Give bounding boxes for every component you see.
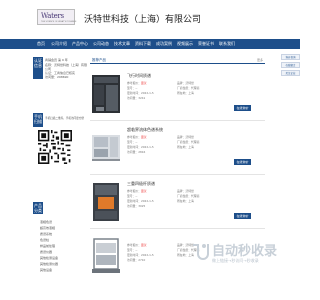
product-model: --	[135, 86, 138, 90]
nav-item-contact[interactable]: 联系我们	[219, 41, 235, 47]
company-name: 沃特世科技（上海）有限公司	[84, 15, 202, 25]
float-message-button[interactable]: 在线留言	[281, 62, 300, 68]
category-item[interactable]: 超高效液相	[40, 226, 55, 230]
product-vendor-type: 代理商	[191, 194, 200, 198]
product-price: 面议	[141, 81, 147, 85]
product-views: 3025	[138, 204, 146, 208]
company-logo[interactable]: Waters THE SCIENCE OF WHAT'S POSSIBLE	[37, 9, 77, 25]
product-views: 3241	[138, 96, 146, 100]
product-area: 上海	[188, 199, 194, 203]
logo-tagline: THE SCIENCE OF WHAT'S POSSIBLE	[41, 21, 77, 23]
product-item: 飞行时间质谱 参考报价：面议 型号：-- 更新时间：2022-1-5 访问量：3…	[90, 67, 265, 121]
product-model: --	[135, 140, 138, 144]
product-vendor-type: 代理商	[191, 86, 200, 90]
watermark-subtitle: 做上链接→秒访问→秒收录	[212, 258, 259, 263]
category-item[interactable]: 其他检测仪器	[40, 262, 58, 266]
category-item[interactable]: 其他设备	[40, 268, 52, 272]
sidebar-info-line: 商铺会员 第 9 年	[45, 58, 68, 62]
product-name[interactable]: 三重四极杆质谱	[127, 181, 155, 187]
product-brand: 沃特世	[185, 189, 194, 193]
main-nav: 首页 公司介绍 产品中心 公司动态 技术文章 资料下载 成功案例 视频展示 荣誉…	[0, 39, 300, 49]
category-item[interactable]: 液相色谱	[40, 220, 52, 224]
sidebar-qr-hint: 手机扫描二维码，手机访问更方便	[45, 117, 84, 120]
product-area: 上海	[188, 91, 194, 95]
nav-item-products[interactable]: 产品中心	[72, 41, 88, 47]
watermark-title: 自动秒收录	[212, 244, 278, 259]
sidebar-info-heading: 认证信息	[33, 57, 43, 79]
sidebar-info-line: 名称：沃特世科技（上海）有限	[45, 63, 88, 67]
product-image[interactable]	[90, 233, 122, 277]
product-area: 上海	[188, 145, 194, 149]
product-model: --	[135, 194, 138, 198]
nav-item-articles[interactable]: 技术文章	[114, 41, 130, 47]
nav-item-videos[interactable]: 视频展示	[177, 41, 193, 47]
sidebar-info-line: 访问量：298690	[45, 75, 69, 79]
product-brand: 沃特世	[185, 135, 194, 139]
product-date: 2022-1-5	[141, 91, 154, 95]
qr-code	[38, 130, 72, 164]
product-name[interactable]: 超临界流体色谱系统	[127, 127, 163, 133]
main-section-header: 推荐产品 更多	[90, 57, 265, 64]
product-model: --	[135, 248, 138, 252]
logo-wordmark: Waters	[41, 12, 64, 20]
product-views: 2710	[138, 258, 146, 262]
nav-item-honors[interactable]: 荣誉证书	[198, 41, 214, 47]
category-item[interactable]: 样品前处理	[40, 244, 55, 248]
sidebar-category-heading: 产品分类	[33, 202, 43, 214]
nav-item-downloads[interactable]: 资料下载	[135, 41, 151, 47]
float-follow-button[interactable]: 关注企业	[281, 70, 300, 76]
product-price: 面议	[141, 135, 147, 139]
watermark-logo-icon	[193, 244, 209, 260]
inquiry-button[interactable]: 在线询价	[234, 159, 251, 165]
product-date: 2022-1-5	[141, 145, 154, 149]
nav-item-news[interactable]: 公司动态	[93, 41, 109, 47]
product-price: 面议	[141, 243, 147, 247]
sidebar-qr-heading: 手机扫描	[33, 113, 43, 127]
product-brand: 沃特世	[185, 81, 194, 85]
nav-item-about[interactable]: 公司介绍	[51, 41, 67, 47]
main-section-title: 推荐产品	[92, 58, 106, 62]
float-inquiry-button[interactable]: 询价咨询	[281, 54, 300, 60]
product-image[interactable]	[90, 179, 122, 223]
product-price: 面议	[141, 189, 147, 193]
product-name[interactable]: 飞行时间质谱	[127, 73, 151, 79]
product-views: 2816	[138, 150, 146, 154]
nav-item-home[interactable]: 首页	[37, 41, 45, 47]
product-item: 三重四极杆质谱 参考报价：面议 型号：-- 更新时间：2022-1-5 访问量：…	[90, 175, 265, 229]
category-item[interactable]: 色谱柱	[40, 238, 49, 242]
product-date: 2022-1-5	[141, 253, 154, 257]
category-item[interactable]: 质谱仪器	[40, 250, 52, 254]
product-vendor-type: 代理商	[191, 140, 200, 144]
more-link[interactable]: 更多	[257, 58, 263, 62]
product-date: 2022-1-5	[141, 199, 154, 203]
product-item: 超临界流体色谱系统 参考报价：面议 型号：-- 更新时间：2022-1-5 访问…	[90, 121, 265, 175]
product-image[interactable]	[90, 71, 122, 115]
inquiry-button[interactable]: 在线询价	[234, 105, 251, 111]
category-item[interactable]: 质谱系统	[40, 232, 52, 236]
category-item[interactable]: 其他检测设备	[40, 256, 58, 260]
inquiry-button[interactable]: 在线询价	[234, 213, 251, 219]
watermark-overlay: 自动秒收录 做上链接→秒访问→秒收录	[188, 240, 300, 272]
nav-item-cases[interactable]: 成功案例	[156, 41, 172, 47]
product-image[interactable]	[90, 125, 122, 169]
